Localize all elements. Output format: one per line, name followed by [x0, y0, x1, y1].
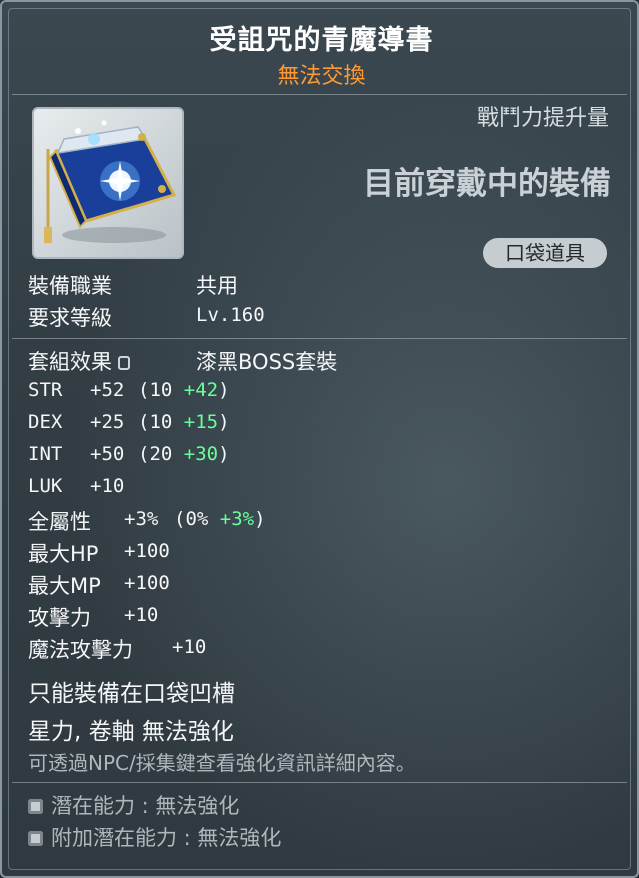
stat-breakdown: (10 +42): [138, 379, 230, 401]
stat-base: 10: [149, 411, 173, 433]
stat-name: 最大MP: [28, 574, 101, 598]
set-effect-label: 套組效果: [28, 350, 112, 374]
stat-row-magic-attack: 魔法攻擊力 +10: [28, 634, 206, 664]
category-badge: 口袋道具: [483, 238, 607, 268]
stat-name: 全屬性: [28, 510, 91, 534]
additional-potential-row: 附加潛在能力 : 無法強化: [28, 822, 281, 852]
npc-hint: 可透過NPC/採集鍵查看強化資訊詳細內容。: [28, 751, 416, 775]
stat-bonus: +42: [183, 379, 219, 401]
blue-grimoire-icon: [44, 120, 177, 243]
potential-row: 潛在能力 : 無法強化: [28, 790, 239, 820]
lock-icon: [118, 356, 130, 370]
stat-total: +3%: [124, 508, 159, 530]
job-row: 裝備職業 共用: [28, 270, 238, 300]
stat-row-all-stats: 全屬性 +3% (0% +3%): [28, 506, 266, 536]
stat-base: 20: [149, 443, 173, 465]
stat-total: +100: [124, 540, 170, 562]
job-label: 裝備職業: [28, 274, 112, 298]
trade-status: 無法交換: [277, 64, 366, 89]
potential-label: 潛在能力 : 無法強化: [51, 794, 240, 818]
stat-bonus: +30: [183, 443, 219, 465]
stat-base: 10: [149, 379, 173, 401]
level-row: 要求等級 Lv.160: [28, 302, 265, 332]
equipped-label: 目前穿戴中的裝備: [363, 166, 611, 202]
stat-row-attack: 攻擊力 +10: [28, 602, 158, 632]
stat-row-max-hp: 最大HP +100: [28, 538, 170, 568]
level-label: 要求等級: [28, 306, 112, 330]
stat-name: DEX: [28, 411, 63, 433]
additional-potential-label: 附加潛在能力 : 無法強化: [51, 826, 282, 850]
stat-total: +50: [90, 443, 125, 465]
stat-breakdown: (20 +30): [138, 443, 230, 465]
stat-row-dex: DEX +25 (10 +15): [28, 411, 230, 433]
stat-total: +10: [90, 475, 125, 497]
enhance-note: 星力, 卷軸 無法強化: [28, 719, 234, 745]
stat-name: 攻擊力: [28, 606, 91, 630]
item-name: 受詛咒的青魔導書: [209, 25, 434, 56]
stat-total: +100: [124, 572, 170, 594]
stat-bonus: +15: [183, 411, 219, 433]
stat-total: +25: [90, 411, 125, 433]
stat-row-luk: LUK +10: [28, 475, 124, 497]
stat-total: +10: [172, 636, 207, 658]
stat-base: 0%: [185, 508, 209, 530]
divider: [12, 338, 627, 339]
stat-row-int: INT +50 (20 +30): [28, 443, 230, 465]
stat-name: INT: [28, 443, 63, 465]
stat-name: LUK: [28, 475, 63, 497]
additional-potential-bullet-icon: [28, 831, 43, 846]
item-icon-frame: [32, 107, 184, 259]
stat-bonus: +3%: [219, 508, 255, 530]
stat-breakdown: (0% +3%): [174, 508, 266, 530]
stat-name: 魔法攻擊力: [28, 638, 133, 662]
set-effect-row: 套組效果 漆黑BOSS套裝: [28, 346, 337, 376]
stat-total: +10: [124, 604, 159, 626]
stat-name: STR: [28, 379, 63, 401]
stat-row-max-mp: 最大MP +100: [28, 570, 170, 600]
stat-total: +52: [90, 379, 125, 401]
divider: [12, 782, 627, 783]
stat-breakdown: (10 +15): [138, 411, 230, 433]
potential-bullet-icon: [28, 799, 43, 814]
stat-row-str: STR +52 (10 +42): [28, 379, 230, 401]
stat-name: 最大HP: [28, 542, 99, 566]
job-value: 共用: [196, 274, 238, 298]
set-effect-value: 漆黑BOSS套裝: [196, 350, 338, 374]
item-tooltip: 受詛咒的青魔導書 無法交換 戰鬥力提升量 目前穿戴中的裝備 口袋道具 裝備職業 …: [0, 0, 639, 878]
level-value: Lv.160: [196, 304, 265, 326]
divider: [12, 94, 627, 95]
slot-note: 只能裝備在口袋凹槽: [28, 681, 235, 707]
combat-power-label: 戰鬥力提升量: [476, 106, 609, 131]
